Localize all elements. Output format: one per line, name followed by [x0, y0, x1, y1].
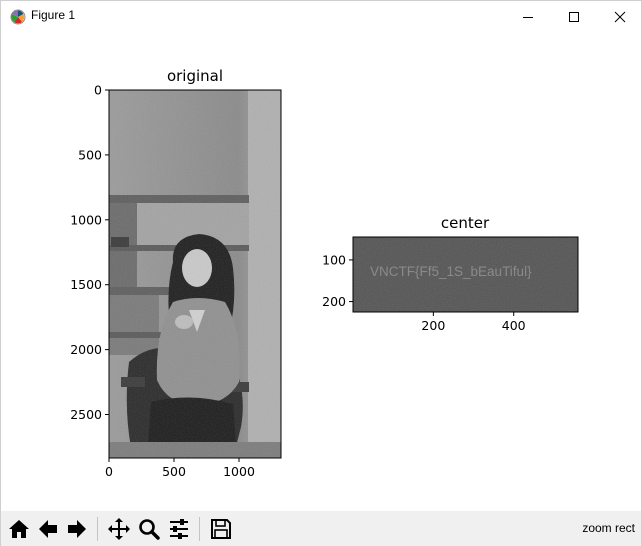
- y-tick-label: 100: [322, 252, 346, 267]
- status-message: zoom rect: [582, 521, 635, 535]
- subplot-original: original 0 500 1000 05001000150020002500: [70, 67, 282, 479]
- toolbar-separator: [97, 517, 98, 541]
- minimize-icon: [523, 16, 533, 18]
- y-ticks-original: 0 500 1000 1500 2000 2500: [70, 83, 109, 422]
- y-ticks-center: 100 200: [322, 252, 353, 309]
- original-photo: [109, 90, 281, 458]
- y-tick-label: 200: [322, 294, 346, 309]
- subplot-center: center VNCTF{Ff5_1S_bEauTiful} 200 400 10…: [322, 214, 579, 333]
- window-title: Figure 1: [31, 8, 76, 22]
- x-tick-label: 400: [502, 318, 526, 333]
- pan-icon: [108, 518, 130, 540]
- matplotlib-icon: [10, 9, 26, 25]
- x-tick-label: 200: [421, 318, 445, 333]
- y-tick-label: 2000: [70, 342, 102, 357]
- x-tick-label: 1000: [223, 464, 255, 479]
- forward-button[interactable]: [63, 515, 91, 543]
- axes-title-original: original: [167, 67, 223, 85]
- close-icon: [614, 11, 626, 22]
- figure-canvas[interactable]: original 0 500 1000 05001000150020002500…: [1, 32, 641, 511]
- y-tick-label: 500: [78, 147, 102, 162]
- center-spectrum: VNCTF{Ff5_1S_bEauTiful}: [353, 237, 578, 312]
- navigation-toolbar: zoom rect: [1, 511, 641, 546]
- save-icon: [211, 519, 231, 539]
- toolbar-separator: [199, 517, 200, 541]
- spectrum-hidden-text: VNCTF{Ff5_1S_bEauTiful}: [370, 264, 532, 279]
- maximize-button[interactable]: [551, 1, 597, 32]
- axes-title-center: center: [441, 214, 490, 232]
- close-button[interactable]: [597, 1, 642, 32]
- figure-window: Figure 1 original 0 500 1000 0 500 1000 …: [0, 0, 642, 546]
- home-button[interactable]: [5, 515, 33, 543]
- y-tick-label: 1000: [70, 212, 102, 227]
- x-tick-label: 0: [105, 464, 113, 479]
- zoom-icon: [139, 519, 160, 540]
- minimize-button[interactable]: [505, 1, 551, 32]
- x-ticks-center: 200 400: [421, 312, 526, 333]
- forward-arrow-icon: [68, 520, 86, 538]
- save-button[interactable]: [207, 515, 235, 543]
- back-button[interactable]: [34, 515, 62, 543]
- maximize-icon: [569, 11, 579, 22]
- title-bar[interactable]: Figure 1: [1, 1, 641, 32]
- zoom-button[interactable]: [135, 515, 163, 543]
- x-ticks-original: 0 500 1000: [105, 458, 255, 479]
- back-arrow-icon: [39, 520, 57, 538]
- configure-subplots-icon: [170, 519, 188, 539]
- y-tick-label: 1500: [70, 277, 102, 292]
- configure-subplots-button[interactable]: [165, 515, 193, 543]
- pan-button[interactable]: [105, 515, 133, 543]
- x-tick-label: 500: [162, 464, 186, 479]
- y-tick-label: 2500: [70, 407, 102, 422]
- y-tick-label: 0: [94, 83, 102, 98]
- home-icon: [9, 520, 29, 538]
